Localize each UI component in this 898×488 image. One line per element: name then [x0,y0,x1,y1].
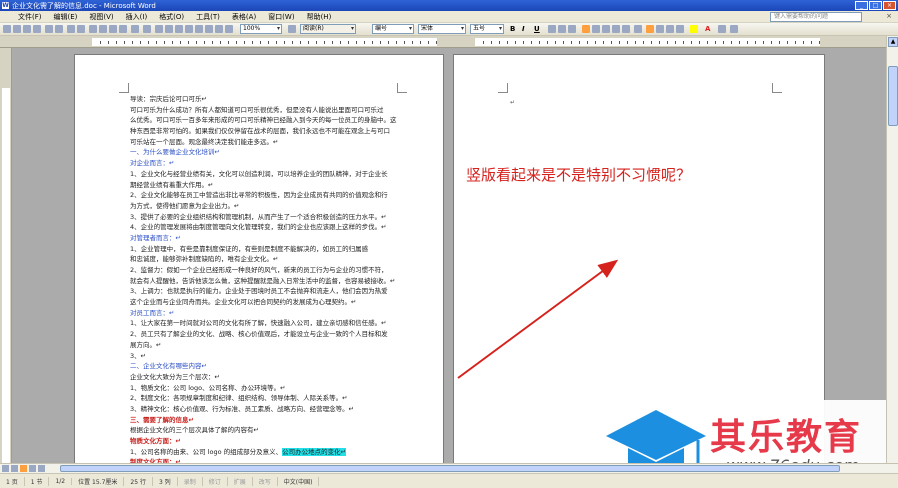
h-scroll-thumb[interactable] [60,465,840,472]
status-position: 位置 15.7厘米 [72,476,125,486]
status-col: 3 列 [153,476,178,486]
status-line: 25 行 [124,476,153,486]
outline-view-icon[interactable] [29,465,36,472]
status-section: 1 节 [25,476,50,486]
normal-view-icon[interactable] [2,465,9,472]
status-bar: 1 页 1 节 1/2 位置 15.7厘米 25 行 3 列 录制 修订 扩展 … [0,473,898,488]
scroll-thumb[interactable] [888,66,898,126]
reading-view-icon[interactable] [38,465,45,472]
status-page: 1 页 [0,476,25,486]
scroll-up-icon[interactable]: ▲ [888,37,898,47]
status-track[interactable]: 修订 [203,476,228,486]
annotation-arrow [457,259,619,379]
status-overtype[interactable]: 改写 [253,476,278,486]
status-record[interactable]: 录制 [178,476,203,486]
web-view-icon[interactable] [11,465,18,472]
status-pages: 1/2 [49,477,73,485]
vertical-scrollbar[interactable]: ▲ [886,36,898,463]
print-view-icon[interactable] [20,465,27,472]
horizontal-scrollbar[interactable] [0,463,898,473]
status-extend[interactable]: 扩展 [228,476,253,486]
status-language: 中文(中国) [278,476,320,486]
logo-name: 其乐教育 [710,417,863,458]
